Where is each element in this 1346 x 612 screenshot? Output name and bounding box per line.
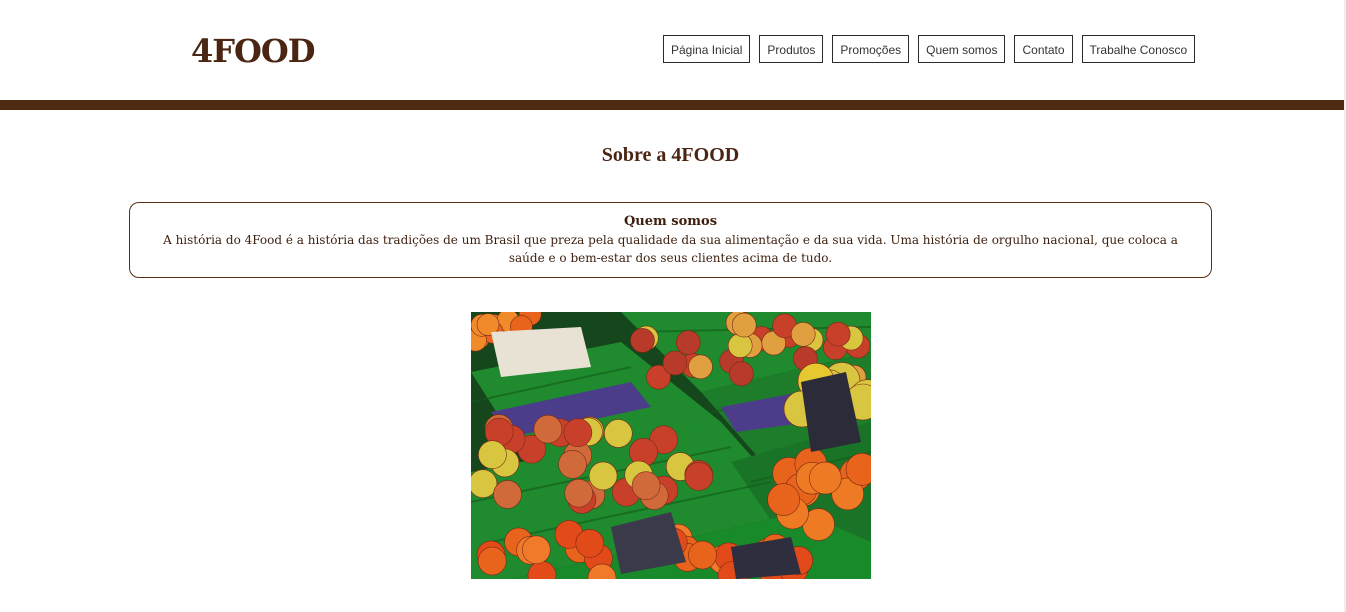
fruit — [631, 471, 661, 500]
fruit — [727, 333, 753, 358]
fruit — [684, 462, 714, 491]
about-text: A história do 4Food é a história das tra… — [163, 233, 1178, 265]
fruit — [564, 478, 593, 508]
fruit — [522, 535, 551, 565]
fruit — [676, 330, 701, 355]
produce-photo-illustration — [471, 312, 871, 579]
fruit — [688, 540, 717, 570]
header-divider-bar — [0, 100, 1344, 110]
produce-photo — [471, 312, 871, 579]
about-heading: Quem somos — [623, 214, 718, 229]
about-card: Quem somos A história do 4Food é a histó… — [129, 202, 1212, 278]
nav-link-products[interactable]: Produtos — [759, 35, 824, 63]
fruit — [688, 354, 713, 380]
fruit — [731, 312, 757, 338]
site-header: 4FOOD Página Inicial Produtos Promoções … — [0, 0, 1344, 100]
fruit — [767, 483, 800, 516]
fruit — [825, 321, 851, 347]
main-nav: Página Inicial Produtos Promoções Quem s… — [663, 35, 1196, 63]
fruit — [662, 350, 688, 376]
fruit — [471, 469, 498, 498]
fruit — [477, 546, 507, 576]
nav-link-promotions[interactable]: Promoções — [832, 35, 910, 63]
fruit — [604, 419, 633, 448]
fruit — [493, 480, 522, 509]
fruit — [729, 361, 754, 387]
fruit — [575, 529, 605, 558]
site-logo[interactable]: 4FOOD — [191, 31, 315, 71]
fruit — [630, 328, 655, 353]
nav-link-contact[interactable]: Contato — [1014, 35, 1073, 63]
fruit — [588, 461, 618, 491]
fruit — [808, 461, 842, 495]
fruit — [790, 321, 816, 347]
nav-link-about[interactable]: Quem somos — [918, 35, 1006, 63]
nav-link-home[interactable]: Página Inicial — [663, 35, 751, 63]
fruit — [558, 450, 587, 479]
fruit — [478, 440, 507, 469]
fruit — [563, 418, 593, 447]
page-title: Sobre a 4FOOD — [601, 144, 740, 166]
nav-link-careers[interactable]: Trabalhe Conosco — [1081, 35, 1196, 63]
fruit — [533, 414, 563, 444]
